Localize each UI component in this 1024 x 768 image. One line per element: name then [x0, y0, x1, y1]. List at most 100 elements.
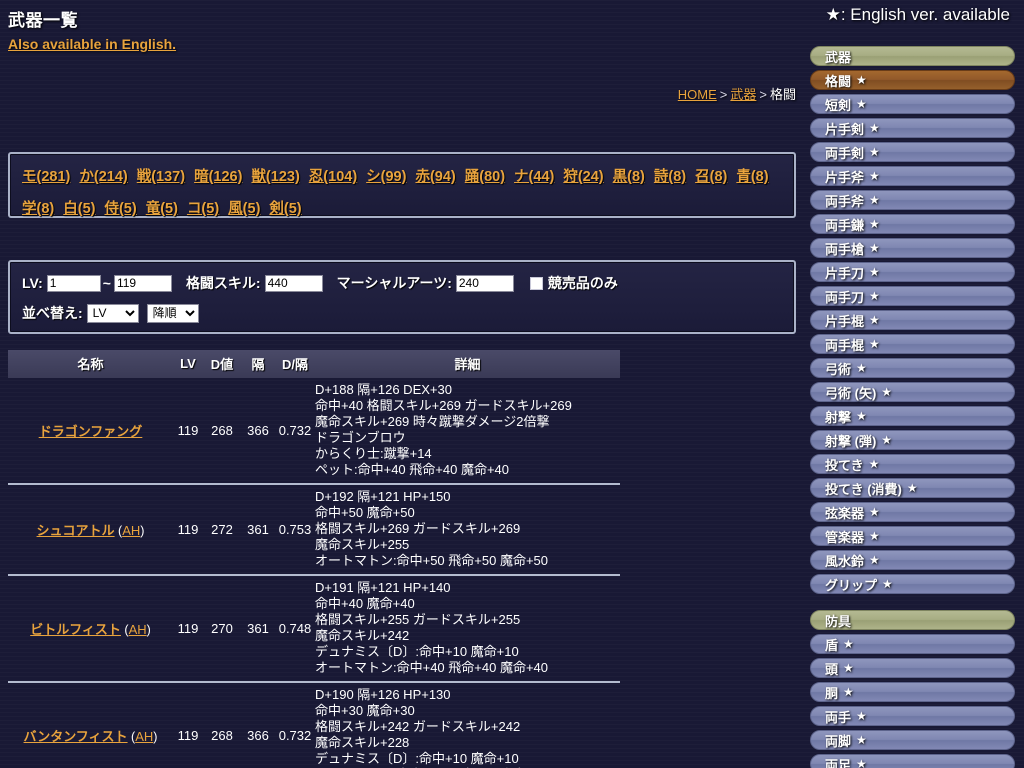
- sidebar-item-label: 片手剣: [825, 121, 865, 137]
- sidebar-item-29[interactable]: 両脚 ★: [810, 730, 1015, 750]
- sidebar-item-27[interactable]: 胴 ★: [810, 682, 1015, 702]
- sidebar-item-3[interactable]: 片手剣 ★: [810, 118, 1015, 138]
- main-skill-input[interactable]: [264, 274, 323, 292]
- lv-min-input[interactable]: [46, 274, 101, 292]
- english-version-link[interactable]: Also available in English.: [8, 36, 176, 52]
- sidebar: 武器 格闘 ★ 短剣 ★ 片手剣 ★ 両手剣 ★ 片手斧 ★ 両手斧 ★ 両手鎌 ★ 両手槍 ★ 片手刀 ★ 両手刀 ★…: [810, 46, 1024, 768]
- sidebar-item-7[interactable]: 両手鎌 ★: [810, 214, 1015, 234]
- filter-row-primary: LV: ~ 格闘スキル: マーシャルアーツ: 競売品のみ: [22, 270, 794, 296]
- sidebar-item-20[interactable]: 管楽器 ★: [810, 526, 1015, 546]
- sidebar-item-26[interactable]: 頭 ★: [810, 658, 1015, 678]
- sidebar-item-label: 胴: [825, 685, 839, 701]
- column-header-name[interactable]: 名称: [8, 350, 173, 378]
- job-link-4[interactable]: 獣(123): [251, 169, 299, 185]
- cell-detail: D+188 隔+126 DEX+30 命中+40 格闘スキル+269 ガードスキル…: [315, 378, 620, 485]
- auction-house-link[interactable]: AH: [129, 622, 147, 637]
- column-header-dpd[interactable]: D/隔: [275, 350, 315, 378]
- ah-paren-open: (: [120, 622, 129, 637]
- breadcrumb-home-link[interactable]: HOME: [678, 87, 717, 102]
- job-link-9[interactable]: ナ(44): [514, 169, 554, 185]
- cell-detail: D+192 隔+121 HP+150 命中+50 魔命+50 格闘スキル+269 ガ…: [315, 484, 620, 576]
- sidebar-item-5[interactable]: 片手斧 ★: [810, 166, 1015, 186]
- job-link-3[interactable]: 暗(126): [194, 169, 242, 185]
- sidebar-item-6[interactable]: 両手斧 ★: [810, 190, 1015, 210]
- sidebar-item-11[interactable]: 片手棍 ★: [810, 310, 1015, 330]
- sub-skill-input[interactable]: [455, 274, 514, 292]
- job-link-18[interactable]: 竜(5): [146, 201, 178, 217]
- sidebar-item-9[interactable]: 片手刀 ★: [810, 262, 1015, 282]
- sidebar-item-label: 両手鎌: [825, 217, 865, 233]
- sidebar-item-16[interactable]: 射撃 (弾) ★: [810, 430, 1015, 450]
- sidebar-item-28[interactable]: 両手 ★: [810, 706, 1015, 726]
- sidebar-item-12[interactable]: 両手棍 ★: [810, 334, 1015, 354]
- sidebar-item-label: グリップ: [825, 577, 878, 593]
- sidebar-item-1[interactable]: 格闘 ★: [810, 70, 1015, 90]
- sidebar-item-30[interactable]: 両足 ★: [810, 754, 1015, 768]
- sidebar-item-label: 射撃 (弾): [825, 433, 877, 449]
- item-link[interactable]: バンタンフィスト: [24, 729, 128, 744]
- job-link-7[interactable]: 赤(94): [415, 169, 455, 185]
- job-link-21[interactable]: 剣(5): [269, 201, 301, 217]
- column-header-lv[interactable]: LV: [173, 350, 203, 378]
- job-link-20[interactable]: 風(5): [228, 201, 260, 217]
- sort-label: 並べ替え:: [22, 305, 83, 321]
- sidebar-item-2[interactable]: 短剣 ★: [810, 94, 1015, 114]
- job-link-14[interactable]: 青(8): [736, 169, 768, 185]
- job-link-16[interactable]: 白(5): [63, 201, 95, 217]
- sidebar-item-4[interactable]: 両手剣 ★: [810, 142, 1015, 162]
- job-link-8[interactable]: 踊(80): [465, 169, 505, 185]
- job-link-17[interactable]: 侍(5): [104, 201, 136, 217]
- detail-line: 魔命スキル+242: [315, 628, 410, 643]
- job-link-0[interactable]: モ(281): [22, 169, 70, 185]
- auction-house-link[interactable]: AH: [122, 523, 140, 538]
- sort-key-select[interactable]: LV: [86, 303, 139, 323]
- sidebar-item-15[interactable]: 射撃 ★: [810, 406, 1015, 426]
- item-link[interactable]: ドラゴンファング: [39, 424, 143, 439]
- lv-max-input[interactable]: [113, 274, 172, 292]
- cell-dpd: 0.732: [275, 682, 315, 768]
- item-link[interactable]: シュコアトル: [37, 523, 115, 538]
- job-link-10[interactable]: 狩(24): [563, 169, 603, 185]
- job-link-13[interactable]: 召(8): [695, 169, 727, 185]
- sidebar-item-13[interactable]: 弓術 ★: [810, 358, 1015, 378]
- sidebar-item-21[interactable]: 風水鈴 ★: [810, 550, 1015, 570]
- detail-line: 魔命スキル+269 時々蹴撃ダメージ2倍撃: [315, 414, 550, 429]
- auction-only-checkbox-wrap[interactable]: 競売品のみ: [529, 273, 622, 293]
- job-link-19[interactable]: コ(5): [187, 201, 219, 217]
- sort-direction-select[interactable]: 降順: [146, 303, 199, 323]
- star-icon: ★: [869, 313, 880, 327]
- job-link-5[interactable]: 忍(104): [309, 169, 357, 185]
- job-link-6[interactable]: シ(99): [366, 169, 406, 185]
- auction-only-label: 競売品のみ: [547, 275, 618, 291]
- sidebar-item-8[interactable]: 両手槍 ★: [810, 238, 1015, 258]
- column-header-delay[interactable]: 隔: [241, 350, 275, 378]
- job-link-12[interactable]: 詩(8): [654, 169, 686, 185]
- detail-line: 命中+50 魔命+50: [315, 505, 415, 520]
- sidebar-item-14[interactable]: 弓術 (矢) ★: [810, 382, 1015, 402]
- auction-only-checkbox[interactable]: [529, 276, 543, 290]
- sidebar-item-label: 弓術 (矢): [825, 385, 877, 401]
- job-link-2[interactable]: 戦(137): [137, 169, 185, 185]
- sidebar-item-17[interactable]: 投てき ★: [810, 454, 1015, 474]
- job-link-1[interactable]: か(214): [79, 169, 127, 185]
- item-link[interactable]: ビトルフィスト: [30, 622, 121, 637]
- cell-dpd: 0.732: [275, 378, 315, 485]
- sidebar-item-22[interactable]: グリップ ★: [810, 574, 1015, 594]
- cell-lv: 119: [173, 682, 203, 768]
- job-link-15[interactable]: 学(8): [22, 201, 54, 217]
- sidebar-item-19[interactable]: 弦楽器 ★: [810, 502, 1015, 522]
- auction-house-link[interactable]: AH: [135, 729, 153, 744]
- sidebar-item-18[interactable]: 投てき (消費) ★: [810, 478, 1015, 498]
- sidebar-item-label: 投てき: [825, 457, 864, 473]
- sidebar-item-25[interactable]: 盾 ★: [810, 634, 1015, 654]
- sidebar-item-10[interactable]: 両手刀 ★: [810, 286, 1015, 306]
- breadcrumb-category-link[interactable]: 武器: [730, 87, 756, 102]
- sidebar-item-label: 武器: [825, 49, 852, 65]
- job-link-11[interactable]: 黒(8): [613, 169, 645, 185]
- cell-detail: D+191 隔+121 HP+140 命中+40 魔命+40 格闘スキル+255 ガ…: [315, 575, 620, 683]
- column-header-damage[interactable]: D値: [203, 350, 241, 378]
- detail-line: D+188 隔+126 DEX+30: [315, 382, 452, 397]
- star-icon: ★: [906, 481, 918, 495]
- column-header-detail[interactable]: 詳細: [315, 350, 620, 378]
- star-legend-note: ★: English ver. available: [825, 5, 1010, 24]
